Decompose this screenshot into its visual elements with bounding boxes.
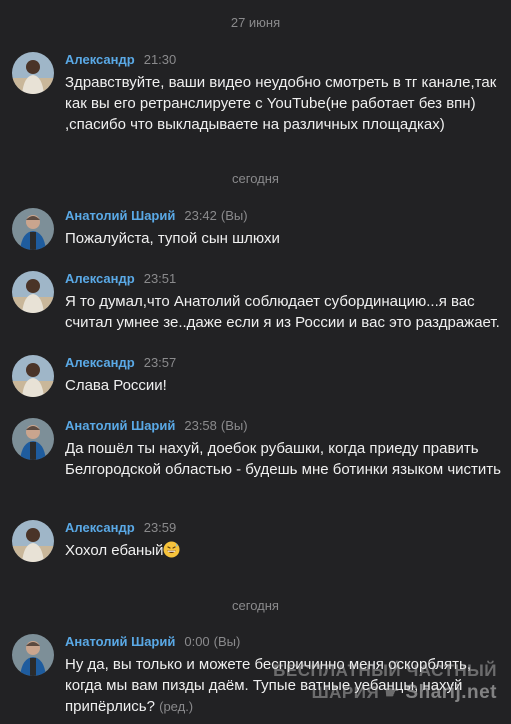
message-text-content: Хохол ебаный	[65, 542, 164, 559]
message-time: 23:59	[143, 520, 177, 535]
message-text: Пожалуйста, тупой сын шлюхи	[65, 230, 280, 247]
avatar-aleksandr[interactable]	[12, 355, 54, 397]
message-text: Хохол ебаный	[65, 540, 505, 561]
avatar-aleksandr[interactable]	[12, 520, 54, 562]
author-name[interactable]: Анатолий Шарий	[65, 634, 175, 649]
message-time: 21:30	[143, 52, 177, 67]
grinning-sweat-emoji-icon	[163, 541, 180, 558]
message-text: Я то думал,что Анатолий соблюдает суборд…	[65, 293, 500, 331]
avatar-aleksandr[interactable]	[12, 52, 54, 94]
avatar-anatoliy-shariy[interactable]	[12, 418, 54, 460]
date-separator: сегодня	[232, 598, 279, 613]
message-time: 23:58	[184, 418, 217, 433]
edited-marker: (ред.)	[159, 699, 194, 714]
message-text: Да пошёл ты нахуй, доебок рубашки, когда…	[65, 440, 501, 478]
message-time: 23:42	[184, 208, 217, 223]
avatar-anatoliy-shariy[interactable]	[12, 634, 54, 676]
watermark-line2: ШАРИЯ ☛ Sharij.net	[311, 682, 497, 703]
watermark-site: Sharij.net	[405, 682, 497, 703]
author-name[interactable]: Александр	[65, 52, 135, 67]
author-name[interactable]: Александр	[65, 355, 135, 370]
own-message-marker: (Вы)	[220, 208, 248, 223]
author-name[interactable]: Анатолий Шарий	[65, 418, 175, 433]
message-text: Слава России!	[65, 377, 167, 394]
author-name[interactable]: Александр	[65, 271, 135, 286]
avatar-aleksandr[interactable]	[12, 271, 54, 313]
message-time: 23:51	[143, 271, 177, 286]
avatar-anatoliy-shariy[interactable]	[12, 208, 54, 250]
watermark-line1: БЕСПЛАТНЫЙ ЧАСТНЫЙ	[273, 661, 497, 680]
own-message-marker: (Вы)	[213, 634, 241, 649]
date-separator: 27 июня	[230, 15, 281, 30]
own-message-marker: (Вы)	[220, 418, 248, 433]
author-name[interactable]: Александр	[65, 520, 135, 535]
message-text: Здравствуйте, ваши видео неудобно смотре…	[65, 74, 497, 133]
watermark: БЕСПЛАТНЫЙ ЧАСТНЫЙ ШАРИЯ ☛ Sharij.net	[273, 660, 497, 704]
date-separator: сегодня	[232, 171, 279, 186]
pointing-hand-icon: ☛	[384, 683, 401, 702]
author-name[interactable]: Анатолий Шарий	[65, 208, 175, 223]
message-time: 0:00	[184, 634, 210, 649]
message-time: 23:57	[143, 355, 177, 370]
